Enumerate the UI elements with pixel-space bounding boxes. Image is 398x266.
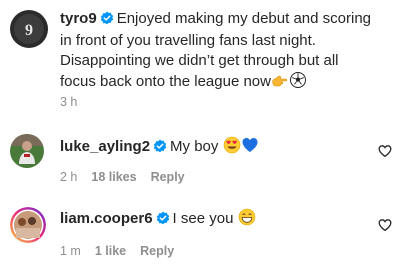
avatar-luke-ayling2[interactable] (10, 134, 44, 168)
comment-1-username[interactable]: luke_ayling2 (60, 138, 150, 155)
verified-badge-icon (156, 211, 170, 231)
post-timestamp: 3 h (60, 95, 78, 109)
post-caption: tyro9 Enjoyed making my debut and scoring… (60, 9, 390, 95)
pointing-hand-emoji-icon (271, 71, 289, 95)
comment-1-meta: 2 h 18 likes Reply (60, 170, 199, 184)
verified-badge-icon (100, 11, 114, 31)
grinning-emoji-icon (238, 208, 256, 232)
comment-2-like-heart-icon[interactable] (378, 218, 392, 232)
comment-1-like-heart-icon[interactable] (378, 144, 392, 158)
comment-2-likes[interactable]: 1 like (95, 244, 126, 258)
comment-2: liam.cooper6 I see you (60, 208, 256, 232)
soccer-ball-emoji-icon (289, 71, 307, 95)
caption-line-1: Enjoyed making my debut and scoring (116, 10, 371, 27)
heart-eyes-emoji-icon (223, 136, 241, 160)
comment-1: luke_ayling2 My boy (60, 136, 259, 160)
comment-2-text: I see you (172, 210, 234, 227)
comment-1-likes[interactable]: 18 likes (91, 170, 136, 184)
verified-badge-icon (153, 139, 167, 159)
comment-1-reply-button[interactable]: Reply (151, 170, 185, 184)
avatar-liam-cooper6[interactable] (10, 207, 46, 243)
blue-heart-emoji-icon (241, 136, 259, 160)
comment-2-timestamp: 1 m (60, 244, 81, 258)
comment-2-username[interactable]: liam.cooper6 (60, 210, 153, 227)
caption-line-4: focus back onto the league now (60, 73, 271, 90)
avatar-tyro9[interactable]: 9 (10, 10, 48, 48)
comment-2-reply-button[interactable]: Reply (140, 244, 174, 258)
post-meta: 3 h (60, 95, 91, 109)
comment-1-text: My boy (170, 138, 219, 155)
svg-text:9: 9 (25, 22, 33, 39)
comment-2-meta: 1 m 1 like Reply (60, 244, 188, 258)
comment-1-timestamp: 2 h (60, 170, 78, 184)
caption-line-2: in front of you travelling fans last nig… (60, 32, 316, 49)
post-username[interactable]: tyro9 (60, 10, 97, 27)
caption-line-3: Disappointing we didn’t get through but … (60, 52, 339, 69)
